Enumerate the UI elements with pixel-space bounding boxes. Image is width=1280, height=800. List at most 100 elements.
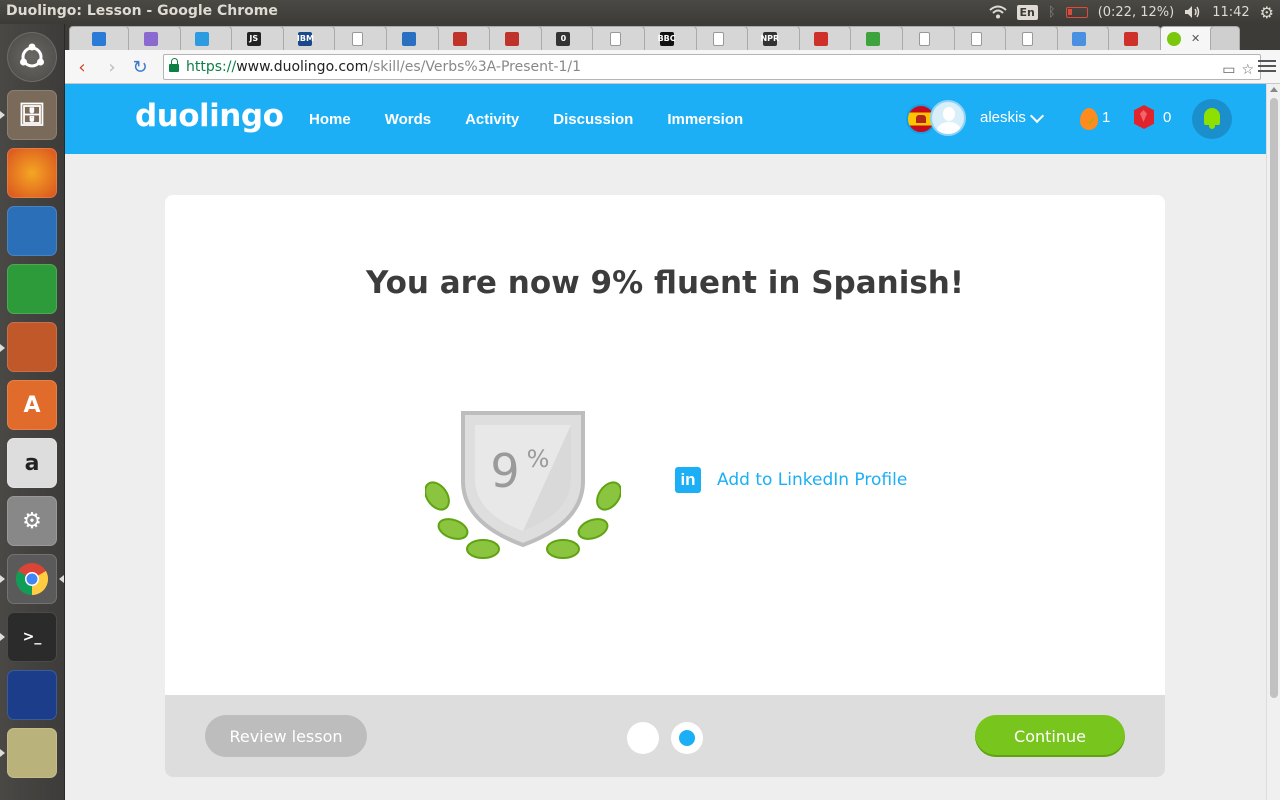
chrome-menu-icon[interactable] [1258,56,1276,76]
battery-icon[interactable] [1065,6,1088,18]
fluency-headline: You are now 9% fluent in Spanish! [365,265,965,301]
reload-icon[interactable]: ↻ [129,56,151,78]
software-center-icon[interactable]: A [7,380,57,430]
bluetooth-icon[interactable]: ᛒ [1048,5,1056,20]
session-gear-icon[interactable]: ⚙ [1260,3,1274,22]
tab-background[interactable] [69,26,129,50]
tab-background[interactable] [327,26,387,50]
bookmark-star-icon[interactable]: ☆ [1241,58,1254,82]
lingot-gem-icon[interactable] [1134,105,1154,129]
tab-background[interactable] [481,26,542,50]
tab-background[interactable] [120,26,181,50]
tab-background[interactable]: BBC [636,26,697,50]
terminal-icon[interactable]: >_ [7,612,57,662]
progress-dot-current[interactable] [671,722,703,754]
scrollbar-thumb[interactable] [1270,98,1278,698]
tab-background[interactable] [791,26,852,50]
tab-background[interactable] [430,26,491,50]
nav-home[interactable]: Home [309,111,351,128]
clock[interactable]: 11:42 [1212,5,1249,20]
tab-active-duolingo[interactable]: ✕ [1160,26,1216,50]
back-icon[interactable]: ‹ [71,56,93,78]
system-tray: En ᛒ (0:22, 12%) 11:42 ⚙ [988,2,1274,22]
streak-count[interactable]: 1 [1102,109,1110,126]
add-to-linkedin-link[interactable]: in Add to LinkedIn Profile [675,467,907,493]
nav-activity[interactable]: Activity [465,111,519,128]
tab-background[interactable] [1101,26,1161,50]
firefox-icon[interactable] [7,148,57,198]
window-title: Duolingo: Lesson - Google Chrome [6,3,278,19]
address-bar[interactable]: https://www.duolingo.com/skill/es/Verbs%… [163,54,1261,80]
tab-background[interactable] [378,26,439,50]
network-icon [401,31,416,46]
forward-icon[interactable]: › [101,56,123,78]
libreoffice-impress-icon[interactable] [7,322,57,372]
nav-discussion[interactable]: Discussion [553,111,633,128]
document-icon [351,31,363,46]
tab-background[interactable] [843,26,903,50]
document-icon [1022,31,1034,46]
nav-immersion[interactable]: Immersion [667,111,743,128]
colorful-circle-icon [143,31,158,46]
tab-background[interactable] [172,26,233,50]
running-indicator [0,111,5,119]
tab-background[interactable] [1049,26,1110,50]
tab-background[interactable] [946,26,1007,50]
running-indicator [0,344,5,352]
tab-background[interactable]: 0 [533,26,594,50]
lock-icon [169,58,180,73]
lingot-count[interactable]: 0 [1163,109,1171,126]
ubuntu-dash-icon[interactable] [7,32,57,82]
continue-button[interactable]: Continue [975,715,1125,757]
libreoffice-calc-icon[interactable] [7,264,57,314]
volume-icon[interactable] [1184,5,1202,19]
progress-dot[interactable] [627,722,659,754]
unity-launcher: 🗄 A a ⚙ >_ [0,24,65,800]
url-path: /skill/es/Verbs%3A-Present-1/1 [368,59,582,75]
tab-background[interactable] [585,26,645,50]
chrome-icon[interactable] [7,554,57,604]
amazon-icon[interactable]: a [7,438,57,488]
running-indicator [0,633,5,641]
avatar[interactable] [930,100,966,136]
camera-icon[interactable]: ▭ [1222,58,1235,82]
scroll-up-arrow-icon[interactable] [1270,87,1278,92]
chevron-down-icon[interactable] [1029,108,1045,124]
page-scrollbar[interactable] [1266,84,1280,800]
tab-background[interactable]: JS [223,26,284,50]
tab-background[interactable] [894,26,955,50]
new-tab-button[interactable] [1210,26,1240,50]
system-settings-icon[interactable]: ⚙ [7,496,57,546]
running-indicator [0,575,5,583]
libreoffice-writer-icon[interactable] [7,206,57,256]
page-viewport: duolingo Home Words Activity Discussion … [65,84,1266,800]
npr-icon: NPR [760,31,779,46]
tab-background[interactable] [997,26,1058,50]
tab-background[interactable] [688,26,749,50]
duolingo-logo[interactable]: duolingo [135,98,284,134]
files-icon[interactable]: 🗄 [7,90,57,140]
blue-diamond-icon [92,31,106,46]
url-scheme: https:// [186,59,237,75]
linkedin-icon: in [675,467,701,493]
header-user-area: aleskis 1 0 [866,84,1266,154]
notification-bell-icon[interactable] [1192,99,1232,139]
audacity-icon[interactable] [7,670,57,720]
document-icon [609,31,621,46]
battery-status[interactable]: (0:22, 12%) [1098,5,1175,20]
green-leaf-icon [866,31,880,46]
main-nav: Home Words Activity Discussion Immersion [309,84,777,154]
lesson-footer: Review lesson Continue [165,695,1165,777]
nav-words[interactable]: Words [385,111,431,128]
streak-flame-icon[interactable] [1078,104,1098,130]
keyboard-layout-indicator[interactable]: En [1016,4,1038,20]
username[interactable]: aleskis [980,109,1026,126]
webcam-icon[interactable] [7,728,57,778]
tab-background[interactable]: IBM [275,26,336,50]
bbc-icon: BBC [658,31,676,46]
review-lesson-button[interactable]: Review lesson [205,715,367,757]
tab-close-icon[interactable]: ✕ [1191,32,1200,45]
badge-number: 9 [490,444,519,498]
wifi-icon[interactable] [988,5,1007,19]
tab-background[interactable]: NPR [739,26,800,50]
